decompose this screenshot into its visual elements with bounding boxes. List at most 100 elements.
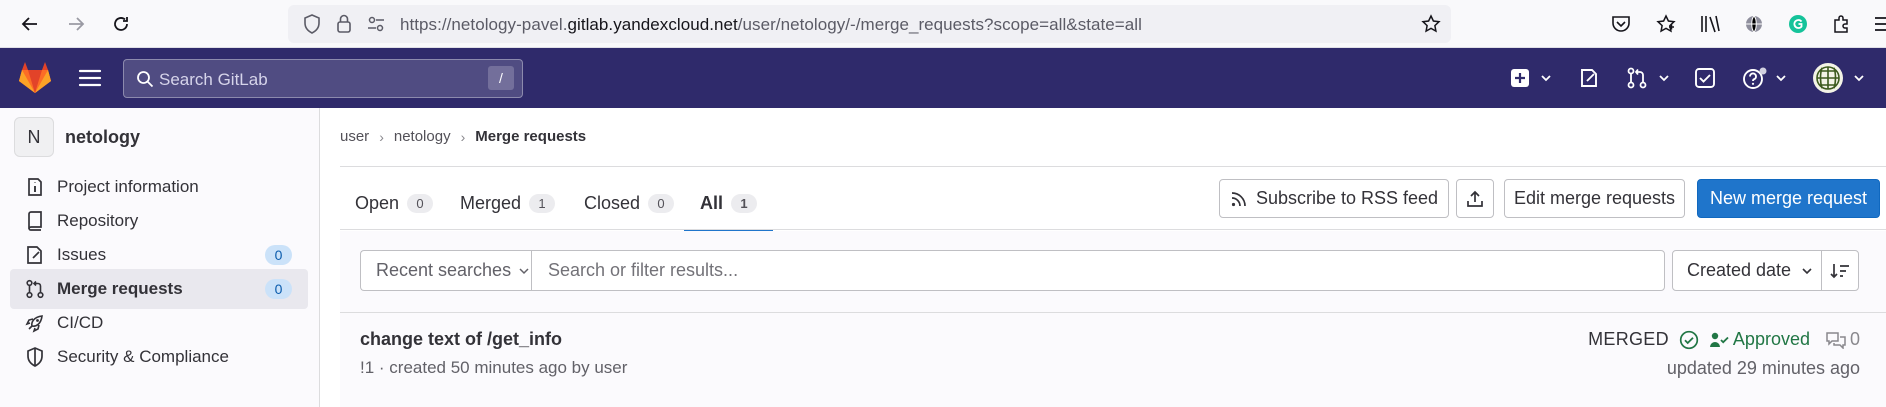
pipeline-passed-icon[interactable] [1679,330,1699,350]
search-icon [136,70,154,93]
search-placeholder: Search GitLab [159,70,268,89]
chevron-down-icon [1776,75,1786,82]
issues-icon [24,244,46,266]
new-merge-request-button[interactable]: New merge request [1697,179,1880,218]
help-icon [1743,67,1767,89]
merge-request-list-item: change text of /get_info !1 · created 50… [340,313,1886,407]
tab-closed[interactable]: Closed 0 [584,176,675,230]
chevron-down-icon [1802,267,1812,274]
sidebar-item-security-compliance[interactable]: Security & Compliance [10,337,308,377]
reload-icon[interactable] [107,10,135,38]
url-text[interactable]: https://netology-pavel.gitlab.yandexclou… [400,15,1142,35]
subscribe-rss-button[interactable]: Subscribe to RSS feed [1219,179,1449,218]
bookmark-star-icon[interactable] [1421,14,1441,34]
divider [340,229,1886,230]
user-avatar-icon [1813,63,1843,93]
extensions-icon[interactable] [1829,12,1853,36]
menu-icon[interactable] [1870,12,1886,36]
chevron-right-icon: › [379,128,384,145]
grammarly-icon[interactable] [1786,12,1810,36]
tab-count-badge: 0 [407,193,434,213]
export-icon [1467,190,1483,207]
tab-merged[interactable]: Merged 1 [460,176,556,230]
sort-direction-button[interactable] [1821,250,1859,291]
chevron-down-icon [1854,75,1864,82]
merge-request-status: MERGED Approved 0 [1588,329,1860,350]
breadcrumb-item-netology[interactable]: netology [394,128,451,145]
chevron-down-icon [1659,75,1669,82]
project-info-icon [24,176,46,198]
todos-icon[interactable] [1694,66,1716,90]
tab-label: Closed [584,192,641,213]
search-gitlab-input[interactable]: Search GitLab / [123,59,523,98]
plus-square-icon [1511,69,1529,87]
sidebar-item-label: Merge requests [57,279,183,298]
globe-icon[interactable] [1742,12,1766,36]
tab-label: Merged [460,192,522,213]
project-name: netology [65,126,140,147]
project-header[interactable]: N netology [14,117,140,157]
recent-searches-dropdown[interactable]: Recent searches [360,250,532,291]
merge-request-meta: !1 · created 50 minutes ago by user [360,358,628,377]
url-host: gitlab.yandexcloud.net [567,15,738,34]
new-merge-request-label: New merge request [1709,188,1868,208]
edit-merge-requests-label: Edit merge requests [1513,188,1676,208]
divider [340,166,1886,167]
breadcrumb-item-user[interactable]: user [340,128,369,145]
url-bar[interactable]: https://netology-pavel.gitlab.yandexclou… [288,5,1451,43]
subscribe-rss-label: Subscribe to RSS feed [1255,188,1439,208]
filter-search-input[interactable]: Search or filter results... [531,250,1665,291]
gitlab-top-nav: Search GitLab / [0,48,1886,108]
repository-icon [24,210,46,232]
shield-icon[interactable] [302,14,322,34]
merge-request-title[interactable]: change text of /get_info [360,329,562,350]
merge-request-icon [1627,67,1647,89]
rss-icon [1231,191,1246,206]
sort-by-label: Created date [1687,260,1792,280]
comments-icon [1826,331,1846,349]
sidebar-item-label: Security & Compliance [57,347,229,366]
library-icon[interactable] [1698,12,1722,36]
approved-status: Approved [1709,329,1810,350]
edit-merge-requests-button[interactable]: Edit merge requests [1504,179,1685,218]
export-button[interactable] [1456,179,1494,218]
create-new-dropdown[interactable] [1510,66,1553,90]
sidebar-item-label: Issues [57,245,107,264]
issues-count-badge: 0 [265,245,292,265]
merged-status-label: MERGED [1588,329,1669,349]
tab-all[interactable]: All 1 [683,176,774,231]
back-icon[interactable] [16,10,44,38]
chevron-down-icon [1541,75,1551,82]
filter-placeholder: Search or filter results... [548,260,739,280]
tab-label: Open [355,192,400,213]
permissions-icon[interactable] [366,14,386,34]
comments-count[interactable]: 0 [1826,329,1860,350]
chevron-down-icon [519,267,529,274]
chevron-right-icon: › [460,128,466,145]
lock-icon[interactable] [334,14,354,34]
tab-open[interactable]: Open 0 [355,176,434,230]
merge-request-icon [24,278,46,300]
browser-toolbar: https://netology-pavel.gitlab.yandexclou… [0,0,1886,48]
breadcrumb-current[interactable]: Merge requests [475,128,586,145]
sidebar-item-label: Project information [57,177,199,196]
extension-star-icon[interactable] [1654,12,1678,36]
project-avatar: N [14,117,54,157]
shield-icon [24,346,46,368]
breadcrumb: user › netology › Merge requests [340,128,586,145]
filter-bar: Recent searches Search or filter results… [340,231,1886,313]
approved-label: Approved [1732,329,1810,349]
merge-request-updated: updated 29 minutes ago [1666,358,1860,378]
merge-requests-dropdown[interactable] [1626,66,1671,90]
rocket-icon [24,312,46,334]
sort-by-dropdown[interactable]: Created date [1672,250,1822,291]
user-avatar-dropdown[interactable] [1812,62,1866,94]
tab-count-badge: 1 [529,193,556,213]
pocket-icon[interactable] [1609,12,1633,36]
hamburger-menu-icon[interactable] [78,68,102,88]
tab-count-badge: 0 [648,193,675,213]
issues-nav-icon[interactable] [1578,66,1600,90]
forward-icon[interactable] [62,10,90,38]
help-dropdown[interactable] [1742,66,1788,90]
gitlab-logo-icon[interactable] [18,62,52,94]
